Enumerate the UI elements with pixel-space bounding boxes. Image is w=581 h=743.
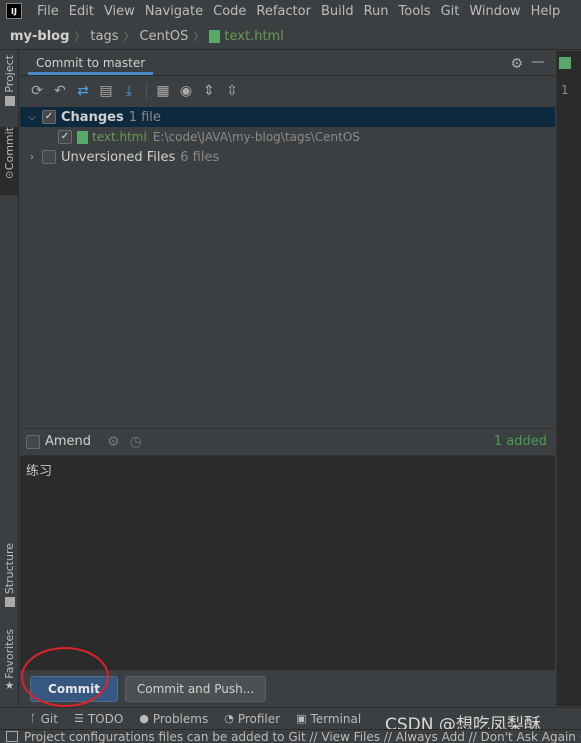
chevron-right-icon[interactable]: ›	[26, 152, 38, 163]
editor-file-tab-icon[interactable]	[559, 57, 571, 69]
tab-project[interactable]: Project	[0, 55, 19, 117]
problems-icon: ●	[139, 712, 149, 725]
changes-tree: ⌵ ✓ Changes 1 file ✓ text.html E:\code\J…	[20, 106, 555, 428]
tree-node-file[interactable]: ✓ text.html E:\code\JAVA\my-blog\tags\Ce…	[20, 127, 555, 147]
menu-tools[interactable]: Tools	[394, 4, 436, 19]
tool-terminal[interactable]: ▣ Terminal	[296, 712, 361, 726]
refresh-icon[interactable]: ⟳	[26, 81, 48, 101]
tab-commit[interactable]: Commit ⊙	[0, 127, 19, 195]
menu-run[interactable]: Run	[359, 4, 394, 19]
clock-icon[interactable]: ◷	[130, 434, 142, 450]
chevron-right-icon: 〉	[193, 30, 205, 43]
commit-panel-header: Commit to master ⚙ —	[20, 51, 555, 76]
profiler-icon: ◔	[224, 712, 234, 725]
amend-checkbox[interactable]	[26, 434, 40, 449]
commit-and-push-button[interactable]: Commit and Push...	[125, 676, 266, 702]
unversioned-checkbox[interactable]	[42, 150, 56, 164]
terminal-icon: ▣	[296, 712, 307, 725]
expand-all-icon[interactable]: ⇕	[198, 81, 220, 101]
git-branch-icon: ᚴ	[30, 712, 37, 725]
update-download-icon[interactable]: ⤓	[118, 81, 140, 101]
tab-structure[interactable]: Structure	[0, 543, 19, 611]
amend-bar: Amend ⚙ ◷ 1 added	[20, 428, 555, 454]
status-message[interactable]: Project configurations files can be adde…	[24, 730, 581, 743]
collapse-all-icon[interactable]: ⇳	[221, 81, 243, 101]
tree-node-changes[interactable]: ⌵ ✓ Changes 1 file	[20, 107, 555, 127]
tool-terminal-label: Terminal	[310, 711, 362, 726]
show-diff-icon[interactable]: ⇄	[72, 81, 94, 101]
breadcrumb-file[interactable]: text.html	[224, 29, 283, 44]
tool-profiler-label: Profiler	[237, 711, 281, 726]
commit-button[interactable]: Commit	[30, 676, 118, 702]
tab-project-label: Project	[3, 55, 16, 93]
gear-icon[interactable]: ⚙	[510, 56, 523, 72]
breadcrumb-project[interactable]: my-blog	[10, 29, 69, 44]
minimize-icon[interactable]: —	[531, 54, 545, 70]
menu-edit[interactable]: Edit	[64, 4, 99, 19]
list-icon: ☰	[73, 712, 84, 725]
group-by-icon[interactable]: ▦	[152, 81, 174, 101]
left-tool-strip: Project Commit ⊙ Structure Favorites ★	[0, 51, 19, 706]
added-status: 1 added	[493, 434, 547, 449]
tool-problems[interactable]: ● Problems	[139, 712, 208, 726]
tool-problems-label: Problems	[152, 711, 209, 726]
commit-icon: ⊙	[5, 170, 14, 182]
html-file-icon	[209, 29, 221, 43]
breadcrumb: my-blog 〉 tags 〉 CentOS 〉 text.html	[0, 23, 581, 50]
eye-icon[interactable]: ◉	[175, 81, 197, 101]
structure-icon	[4, 597, 15, 608]
tool-git[interactable]: ᚴ Git	[30, 712, 58, 726]
tree-node-unversioned[interactable]: › Unversioned Files 6 files	[20, 147, 555, 167]
menu-git[interactable]: Git	[436, 4, 465, 19]
commit-message-input[interactable]: 练习	[20, 455, 555, 670]
menu-refactor[interactable]: Refactor	[251, 4, 316, 19]
tab-commit-to-master[interactable]: Commit to master	[28, 51, 154, 75]
changelist-icon[interactable]: ▤	[95, 81, 117, 101]
commit-message-text: 练习	[26, 464, 53, 479]
menu-code[interactable]: Code	[208, 4, 251, 19]
html-file-icon	[77, 130, 88, 144]
folder-icon	[4, 95, 15, 106]
breadcrumb-folder-centos[interactable]: CentOS	[140, 29, 189, 44]
rollback-icon[interactable]: ↶	[49, 81, 71, 101]
toolbar-divider	[146, 83, 147, 99]
commit-options-gear-icon[interactable]: ⚙	[107, 434, 120, 450]
file-checkbox[interactable]: ✓	[58, 130, 72, 144]
tab-structure-label: Structure	[3, 543, 16, 595]
menu-file[interactable]: File	[32, 4, 64, 19]
tab-commit-label: Commit	[3, 127, 16, 171]
star-icon: ★	[4, 678, 15, 692]
status-toggle-icon[interactable]	[6, 731, 18, 742]
changes-label: Changes	[61, 109, 124, 125]
menu-bar: IJ File Edit View Navigate Code Refactor…	[0, 0, 581, 22]
intellij-logo-icon: IJ	[6, 3, 22, 19]
commit-button-bar: Commit Commit and Push...	[20, 647, 555, 707]
unversioned-count: 6 files	[180, 149, 220, 165]
amend-label[interactable]: Amend	[45, 434, 91, 449]
commit-toolbar: ⟳ ↶ ⇄ ▤ ⤓ ▦ ◉ ⇕ ⇳	[20, 77, 555, 105]
changes-checkbox[interactable]: ✓	[42, 110, 56, 124]
tool-profiler[interactable]: ◔ Profiler	[224, 712, 280, 726]
breadcrumb-folder-tags[interactable]: tags	[90, 29, 118, 44]
tool-todo[interactable]: ☰ TODO	[74, 712, 123, 726]
menu-view[interactable]: View	[99, 4, 140, 19]
changed-file-path: E:\code\JAVA\my-blog\tags\CentOS	[152, 130, 360, 144]
status-bar: Project configurations files can be adde…	[0, 729, 581, 743]
unversioned-label: Unversioned Files	[61, 149, 176, 165]
chevron-right-icon: 〉	[123, 30, 135, 43]
changes-count: 1 file	[128, 109, 161, 125]
line-number: 1	[561, 83, 569, 97]
menu-window[interactable]: Window	[464, 4, 525, 19]
tool-git-label: Git	[40, 711, 58, 726]
tool-todo-label: TODO	[87, 711, 124, 726]
menu-help[interactable]: Help	[526, 4, 566, 19]
menu-build[interactable]: Build	[316, 4, 359, 19]
tab-favorites[interactable]: Favorites ★	[0, 629, 19, 697]
editor-strip: 1	[556, 51, 581, 706]
tab-favorites-label: Favorites	[3, 629, 16, 679]
changed-file-name: text.html	[92, 130, 147, 144]
chevron-down-icon[interactable]: ⌵	[26, 112, 38, 123]
chevron-right-icon: 〉	[74, 30, 86, 43]
menu-navigate[interactable]: Navigate	[140, 4, 208, 19]
